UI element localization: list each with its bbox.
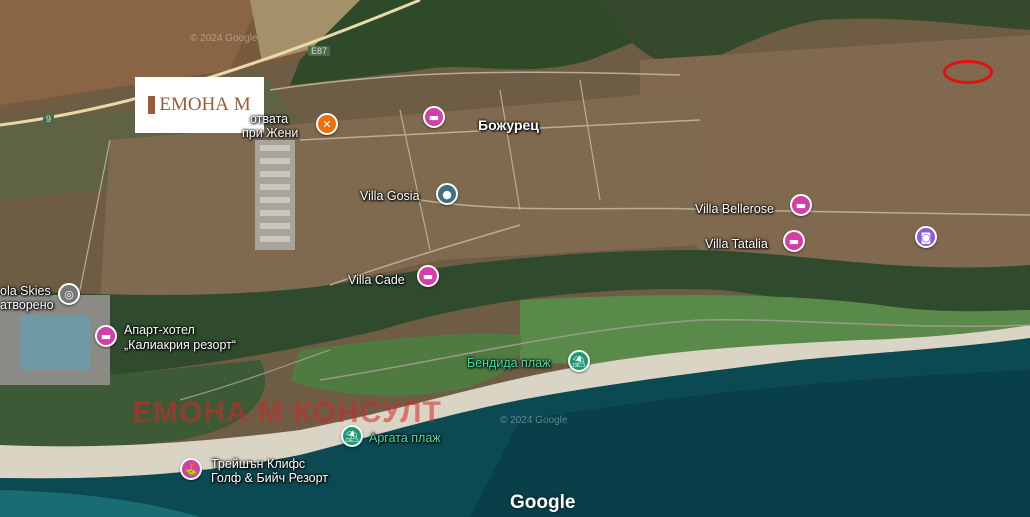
place-restaurant-line2[interactable]: при Жени [242, 126, 298, 140]
place-skies-line2[interactable]: атворено [0, 298, 54, 312]
place-thracian-cliffs-line1[interactable]: Трейшън Клифс [211, 457, 305, 471]
emona-logo: ЕМОНА М [135, 77, 264, 133]
agency-watermark: ЕМОНА М КОНСУЛТ [132, 396, 442, 429]
google-logo: Google [510, 492, 576, 513]
place-bendida-beach[interactable]: Бендида плаж [467, 356, 550, 370]
hotel-icon[interactable]: ▬ [783, 230, 805, 252]
camera-icon[interactable]: ◙ [915, 226, 937, 248]
logo-mark-icon [148, 96, 156, 114]
copyright-mid: © 2024 Google [500, 415, 568, 426]
place-icon[interactable]: ◎ [58, 283, 80, 305]
golf-icon[interactable]: ⛳ [180, 458, 202, 480]
place-kaliakria-line2[interactable]: „Калиакрия резорт“ [124, 338, 236, 352]
place-villa-cade[interactable]: Villa Cade [348, 273, 405, 287]
place-villa-gosia[interactable]: Villa Gosia [360, 189, 420, 203]
road-e87-label: E87 [308, 46, 331, 56]
logo-text: ЕМОНА М [159, 94, 251, 115]
place-argata-beach[interactable]: Аргата плаж [369, 431, 441, 445]
place-bozhurets[interactable]: Божурец [478, 118, 539, 132]
beach-icon[interactable]: ⛱ [568, 350, 590, 372]
place-villa-bellerose[interactable]: Villa Bellerose [695, 202, 774, 216]
place-skies-line1[interactable]: ola Skies [0, 284, 51, 298]
hotel-icon[interactable]: ▬ [423, 106, 445, 128]
place-thracian-cliffs-line2[interactable]: Голф & Бийч Резорт [211, 471, 328, 485]
place-icon[interactable]: ● [436, 183, 458, 205]
restaurant-icon[interactable]: ✕ [316, 113, 338, 135]
hotel-icon[interactable]: ▬ [417, 265, 439, 287]
property-location-marker [943, 60, 993, 84]
place-restaurant-line1[interactable]: отвата [250, 112, 288, 126]
copyright-top: © 2024 Google [190, 33, 258, 44]
hotel-icon[interactable]: ▬ [95, 325, 117, 347]
road-9-label: 9 [43, 114, 55, 124]
place-villa-tatalia[interactable]: Villa Tatalia [705, 237, 768, 251]
place-kaliakria-line1[interactable]: Апарт-хотел [124, 323, 195, 337]
hotel-icon[interactable]: ▬ [790, 194, 812, 216]
